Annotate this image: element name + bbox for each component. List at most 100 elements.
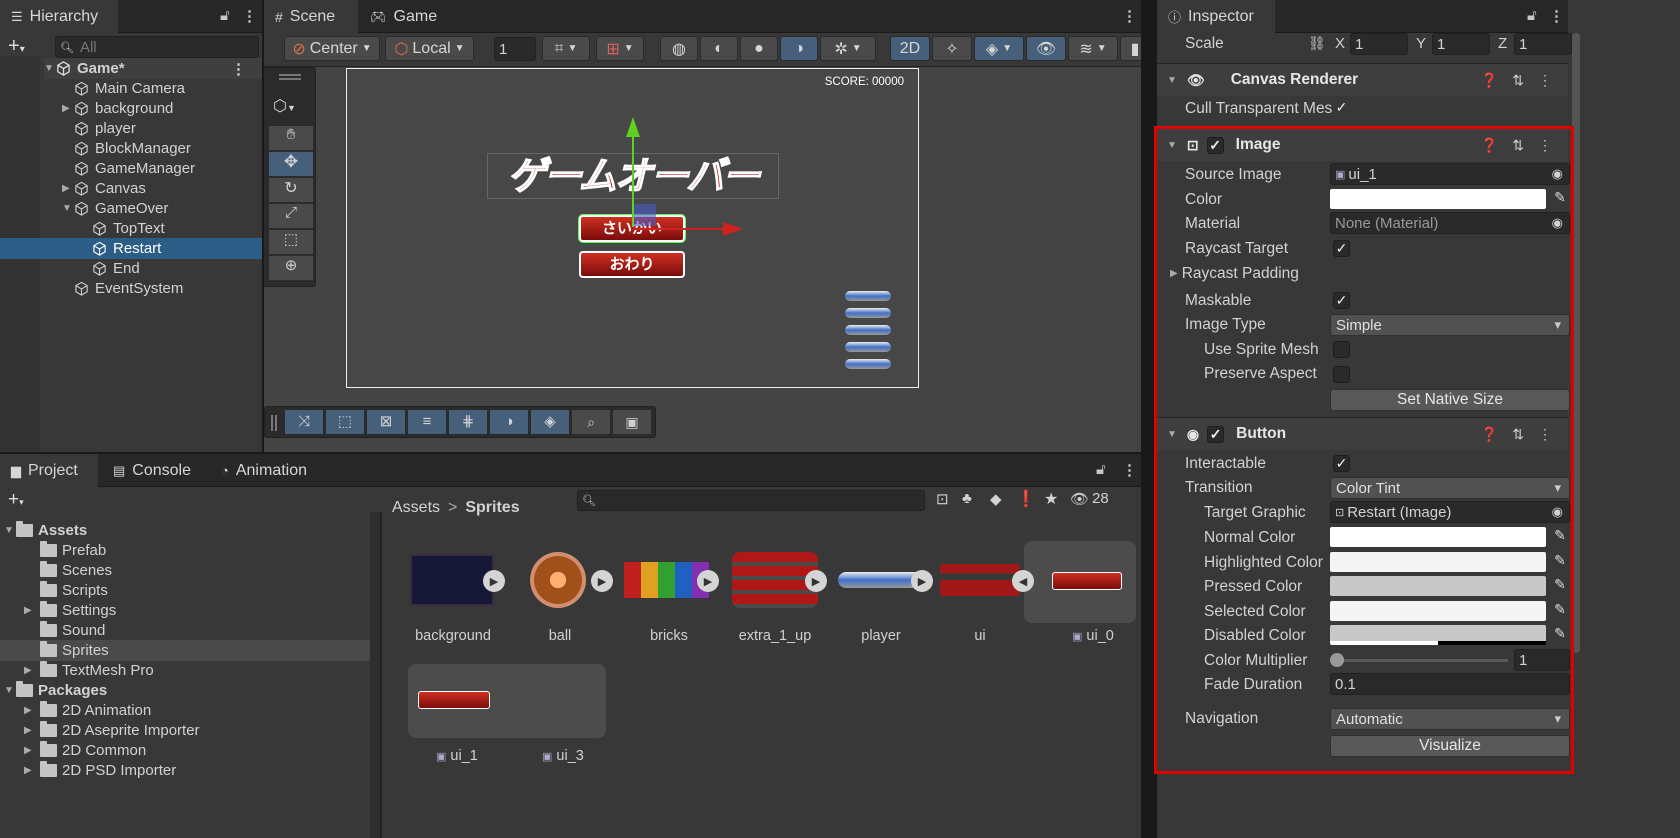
tree-item-background[interactable]: ▶ background — [62, 98, 262, 119]
hidden-packages-toggle[interactable]: 👁︎ 28 — [1070, 490, 1109, 508]
create-asset-button[interactable]: +▾ — [8, 489, 24, 511]
lock-icon[interactable]: 🔓︎ — [1527, 7, 1537, 24]
move-gizmo-x-arrow-icon[interactable] — [723, 222, 743, 236]
grid-size-input[interactable]: 1 — [494, 37, 536, 61]
move-gizmo-x-axis-icon[interactable] — [633, 228, 729, 230]
tab-scene[interactable]: # Scene — [264, 0, 358, 33]
more-menu-icon[interactable]: ⋮ — [231, 60, 246, 78]
tree-item-player[interactable]: player — [62, 118, 262, 139]
more-menu-icon[interactable]: ⋮ — [1549, 7, 1564, 25]
tree-item-canvas[interactable]: ▶ Canvas — [62, 178, 262, 199]
more-menu-icon[interactable]: ⋮ — [242, 7, 257, 25]
lock-icon[interactable]: 🔓︎ — [220, 7, 230, 24]
draw-mode-lit-icon[interactable]: ◑ — [780, 36, 818, 61]
search-by-label-icon[interactable]: ♣ — [962, 490, 972, 507]
lock-icon[interactable]: 🔓︎ — [1096, 461, 1106, 478]
tab-animation[interactable]: ◔ Animation — [210, 454, 330, 487]
debug-draw-icon[interactable]: ✲ ▼ — [820, 36, 876, 61]
expand-sprite-icon[interactable]: ▶ — [483, 570, 505, 592]
search-by-type-icon[interactable]: ⊡ — [936, 490, 949, 508]
project-search-input[interactable]: 🔍︎ — [577, 490, 925, 511]
canvas-renderer-header[interactable]: ▼ 👁︎ Canvas Renderer ❓ ⇅ ⋮ — [1157, 63, 1568, 96]
tree-item-gamemanager[interactable]: GameManager — [62, 158, 262, 179]
tree-item-restart[interactable]: Restart — [0, 238, 262, 259]
asset-ball-thumbnail[interactable] — [530, 552, 586, 608]
tree-item-main-camera[interactable]: Main Camera — [62, 78, 262, 99]
move-gizmo-plane-icon[interactable] — [634, 204, 656, 226]
asset-ui-0-label[interactable]: ▣ ui_0 — [1072, 628, 1114, 644]
folder-scripts[interactable]: Scripts — [40, 580, 108, 601]
asset-ui-1-thumbnail[interactable] — [418, 691, 490, 709]
space-dropdown[interactable]: ⬡ Local ▼ — [385, 36, 474, 61]
breadcrumb-assets[interactable]: Assets — [392, 499, 440, 517]
tree-item-end[interactable]: End — [80, 258, 262, 279]
folder-sprites[interactable]: Sprites — [0, 640, 370, 661]
transform-tool-icon[interactable]: ⊕ — [269, 256, 313, 280]
expand-arrow-icon[interactable]: ▶ — [62, 103, 74, 114]
grid-snap-icon[interactable]: ⋕ — [449, 410, 487, 434]
folder-2d-psd-importer[interactable]: ▶ 2D PSD Importer — [24, 760, 176, 781]
foldout-arrow-icon[interactable]: ▼ — [1167, 75, 1177, 86]
tab-console[interactable]: ▤ Console — [102, 454, 205, 487]
help-icon[interactable]: ❓ — [1481, 72, 1498, 89]
end-button-sprite[interactable]: おわり — [579, 251, 685, 278]
scale-tool-icon[interactable]: ⤢ — [269, 204, 313, 228]
warning-icon[interactable]: ❗ — [1016, 489, 1036, 509]
rect-tool-icon[interactable]: ⬚ — [269, 230, 313, 254]
scale-x-field[interactable]: 1 — [1350, 33, 1408, 55]
asset-background-thumbnail[interactable] — [410, 554, 494, 606]
expand-sprite-icon[interactable]: ▶ — [697, 570, 719, 592]
expand-arrow-icon[interactable]: ▼ — [44, 63, 56, 74]
breadcrumb-sprites[interactable]: Sprites — [465, 499, 519, 517]
folder-prefab[interactable]: Prefab — [40, 540, 106, 561]
expand-sprite-icon[interactable]: ▶ — [591, 570, 613, 592]
sprite-edit-icon[interactable]: ⊠ — [367, 410, 405, 434]
folder-sound[interactable]: Sound — [40, 620, 105, 641]
align-icon[interactable]: ≡ — [408, 410, 446, 434]
folder-2d-common[interactable]: ▶ 2D Common — [24, 740, 146, 761]
toggle-2d-button[interactable]: 2D — [890, 36, 930, 61]
hierarchy-search-input[interactable]: 🔍︎ All — [55, 36, 259, 58]
folder-textmesh-pro[interactable]: ▶ TextMesh Pro — [24, 660, 154, 681]
tab-inspector[interactable]: ⓘ Inspector — [1157, 0, 1275, 33]
pivot-dropdown[interactable]: ⊘ Center ▼ — [284, 36, 380, 61]
more-menu-icon[interactable]: ⋮ — [1122, 7, 1137, 25]
rect-select-icon[interactable]: ⬚ — [326, 410, 364, 434]
collapse-arrow-icon[interactable]: ▼ — [62, 203, 74, 214]
asset-ui-3-label[interactable]: ▣ ui_3 — [542, 748, 584, 764]
asset-ui-1-label[interactable]: ▣ ui_1 — [436, 748, 478, 764]
tree-item-gameover[interactable]: ▼ GameOver — [62, 198, 262, 219]
tree-item-toptext[interactable]: TopText — [80, 218, 262, 239]
favorite-star-icon[interactable]: ★ — [1044, 489, 1058, 509]
scale-z-field[interactable]: 1 — [1514, 33, 1572, 55]
folder-packages[interactable]: ▼ Packages — [4, 680, 107, 701]
asset-ball-label[interactable]: ball — [505, 628, 615, 644]
tab-hierarchy[interactable]: ☰ Hierarchy — [0, 0, 118, 33]
create-button[interactable]: +▾ — [8, 35, 25, 58]
asset-ui-3-thumbnail[interactable] — [522, 692, 598, 708]
asset-background-label[interactable]: background — [398, 628, 508, 644]
tab-project[interactable]: ▆ Project — [0, 454, 98, 487]
folder-2d-animation[interactable]: ▶ 2D Animation — [24, 700, 151, 721]
scale-y-field[interactable]: 1 — [1432, 33, 1490, 55]
expand-sprite-icon[interactable]: ▶ — [911, 570, 933, 592]
lighting-toggle-icon[interactable]: ✧ — [932, 36, 972, 61]
stack-icon[interactable]: ≋ ▼ — [1068, 36, 1118, 61]
draw-mode-wire-icon[interactable]: ◍ — [660, 36, 698, 61]
tree-scrollbar[interactable] — [370, 512, 380, 838]
move-tool-icon[interactable]: ✥ — [269, 152, 313, 176]
more-menu-icon[interactable]: ⋮ — [1538, 72, 1552, 89]
folder-assets[interactable]: ▼ Assets — [4, 520, 87, 541]
move-gizmo-y-arrow-icon[interactable] — [626, 117, 640, 137]
tab-game[interactable]: 🎮︎ Game — [359, 0, 447, 33]
increment-snap-button[interactable]: ⊞ ▼ — [596, 36, 644, 61]
rotate-tool-icon[interactable]: ↻ — [269, 178, 313, 202]
shuffle-icon[interactable]: ⤨ — [285, 410, 323, 434]
camera-preview-icon[interactable]: ▣ — [613, 410, 651, 434]
draw-mode-shaded-wire-icon[interactable]: ◐ — [700, 36, 738, 61]
lighting-icon[interactable]: ◑ — [490, 410, 528, 434]
more-menu-icon[interactable]: ⋮ — [1122, 461, 1137, 479]
tool-mode-cube-icon[interactable]: ⬡▼ — [273, 96, 296, 116]
folder-2d-aseprite-importer[interactable]: ▶ 2D Aseprite Importer — [24, 720, 200, 741]
grid-snap-button[interactable]: ⌗ ▼ — [542, 36, 590, 61]
